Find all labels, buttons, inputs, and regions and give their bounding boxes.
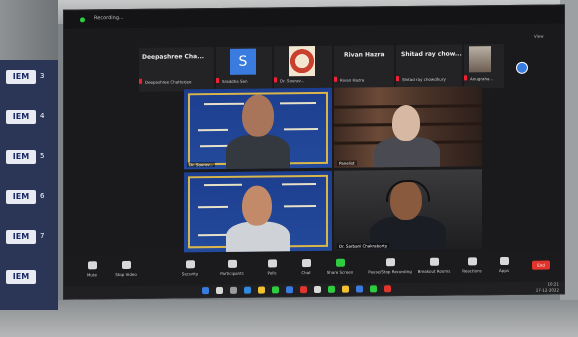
participant-name-tag: Panelist (337, 160, 357, 166)
taskbar-clock: 10:21 17-12-2022 (535, 281, 559, 293)
participant-sub-label: Shitad ray chowdhury (402, 76, 446, 83)
pause-stop-recording-button[interactable]: Pause/Stop Recording (362, 258, 418, 275)
app-icon[interactable] (314, 285, 321, 293)
word-icon[interactable] (356, 285, 363, 293)
mic-muted-icon (396, 76, 399, 82)
speaker-face (242, 94, 274, 137)
banner-number: 4 (40, 112, 45, 120)
mic-muted-icon (216, 77, 219, 84)
apps-icon (499, 256, 509, 266)
video-tile[interactable]: Dr. Sourav... (184, 87, 332, 170)
speaker-face (242, 185, 272, 226)
participant-sub-label: Rivan Hazra (340, 77, 365, 83)
speaker-body (374, 136, 440, 168)
participant-name: Deepashree Cha... (142, 53, 205, 61)
grid-icon (429, 257, 439, 266)
speaker-body (226, 221, 290, 253)
banner-number: 7 (40, 232, 45, 240)
institution-emblem (289, 45, 315, 77)
speaker-body (226, 134, 290, 170)
video-tile[interactable] (184, 170, 332, 253)
app-icon[interactable] (328, 285, 335, 293)
meeting-title-bar: Recording... (64, 5, 564, 29)
end-meeting-button[interactable]: End (532, 260, 550, 270)
banner-number: 5 (40, 152, 45, 160)
powerpoint-icon[interactable] (384, 285, 391, 293)
video-tile[interactable]: Panelist (334, 86, 482, 168)
participant-name: Rivan Hazra (344, 51, 385, 59)
participant-name-tag: Dr. Sourav... (187, 162, 216, 168)
participant-name: Shitad ray chow... (401, 50, 462, 59)
excel-icon[interactable] (370, 285, 377, 293)
banner-number: 6 (40, 192, 45, 200)
participant-name-tag: Dr. Sarbani Chakraborty (337, 243, 390, 249)
share-screen-icon (335, 258, 345, 267)
people-icon (227, 259, 237, 268)
chrome-icon[interactable] (342, 285, 349, 293)
search-icon[interactable] (216, 286, 223, 295)
avatar: S (230, 48, 256, 75)
mic-muted-icon (139, 78, 142, 84)
participant-sub-label: Anugraha... (470, 76, 494, 82)
task-view-icon[interactable] (230, 286, 237, 294)
participant-sub-label: Sraddha Sen (222, 78, 248, 84)
pause-icon (385, 258, 395, 267)
participant-thumb[interactable]: Rivan Hazra Rivan Hazra (334, 45, 394, 90)
smile-icon (467, 257, 477, 266)
headset-icon (386, 179, 430, 203)
view-button[interactable]: View (534, 34, 544, 39)
bar-chart-icon (267, 259, 277, 268)
apps-button[interactable]: Apps (484, 256, 524, 273)
breakout-rooms-button[interactable]: Breakout Rooms (414, 257, 454, 274)
stop-video-button[interactable]: Stop Video (106, 260, 146, 277)
scroll-right-button[interactable] (516, 61, 528, 74)
edge-icon[interactable] (244, 286, 251, 294)
iem-logo: IEM (6, 190, 36, 204)
security-button[interactable]: Security (170, 260, 210, 276)
chat-icon (301, 259, 311, 268)
microphone-icon (87, 261, 97, 270)
share-screen-button[interactable]: Share Screen (320, 258, 360, 275)
participant-thumb[interactable]: Deepashree Cha... Deepashree Chatterjee (139, 47, 214, 92)
speaker-face (392, 104, 420, 142)
participant-photo (469, 46, 491, 73)
camera-icon (121, 260, 131, 270)
mic-muted-icon (464, 75, 467, 81)
file-explorer-icon[interactable] (258, 286, 265, 294)
iem-logo: IEM (6, 230, 36, 244)
mic-muted-icon (334, 76, 337, 82)
participants-button[interactable]: Participants (212, 259, 252, 276)
iem-logo: IEM (6, 270, 36, 284)
recording-label: Recording... (94, 14, 124, 22)
iem-logo: IEM (6, 70, 36, 84)
participant-sub-label: Deepashree Chatterjee (145, 79, 192, 85)
recording-icon (80, 17, 85, 23)
mic-muted-icon (274, 77, 277, 83)
whatsapp-icon[interactable] (272, 286, 279, 294)
projected-meeting-screen: Recording... View Deepashree Cha... Deep… (63, 4, 565, 300)
video-tile[interactable]: Dr. Sarbani Chakraborty (334, 169, 482, 251)
participant-sub-label: Dr. Sourav... (280, 78, 305, 84)
zoom-icon[interactable] (286, 286, 293, 294)
app-icon[interactable] (300, 286, 307, 294)
room-floor (0, 300, 578, 337)
participant-thumb[interactable]: Shitad ray chow... Shitad ray chowdhury (396, 44, 462, 90)
windows-start-icon[interactable] (202, 287, 209, 295)
shield-icon (185, 260, 195, 269)
iem-banner: IEM 3 IEM 4 IEM 5 IEM 6 IEM 7 IEM (0, 60, 58, 310)
iem-logo: IEM (6, 150, 36, 164)
banner-number: 3 (40, 72, 45, 80)
iem-logo: IEM (6, 110, 36, 124)
